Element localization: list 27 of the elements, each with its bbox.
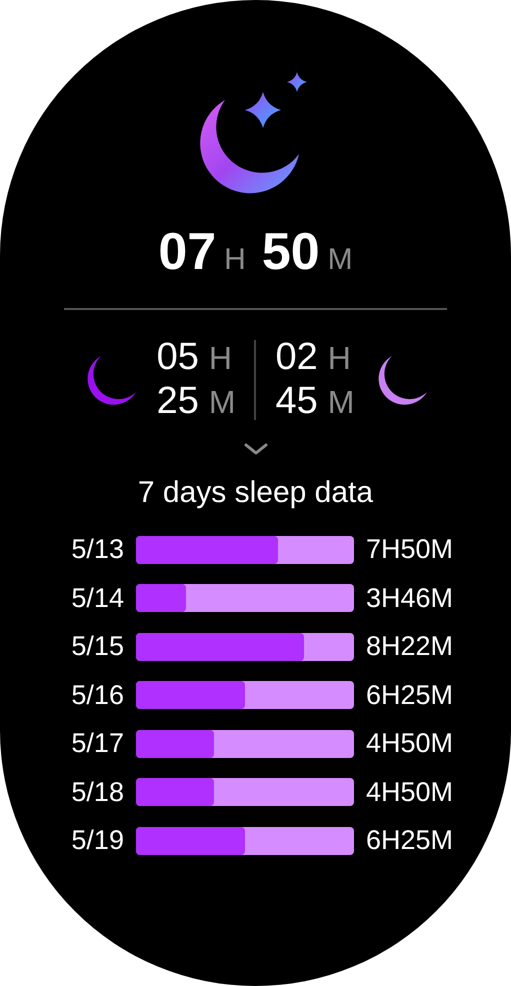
date-label: 5/14 (70, 582, 124, 614)
date-label: 5/18 (70, 776, 124, 808)
minutes-unit: M (208, 384, 236, 421)
stage-minutes: 45 (276, 380, 318, 423)
minutes-unit: M (328, 243, 353, 277)
date-label: 5/17 (70, 728, 124, 759)
sleep-duration: 6H25M (366, 825, 454, 856)
hours-unit: H (224, 243, 246, 277)
hours-unit: H (328, 340, 351, 377)
sleep-duration: 6H25M (366, 680, 454, 710)
sleep-duration: 4H50M (366, 776, 454, 808)
stage-minutes: 25 (156, 380, 199, 423)
sleep-duration: 3H46M (366, 582, 454, 614)
hours-unit: H (208, 340, 232, 377)
sleep-duration: 8H22M (366, 631, 454, 662)
date-label: 5/19 (70, 825, 124, 856)
total-hours: 07 (158, 222, 216, 282)
sleep-duration: 4H50M (366, 728, 454, 759)
date-label: 5/13 (70, 534, 124, 565)
date-label: 5/16 (70, 680, 124, 710)
total-minutes: 50 (262, 222, 320, 282)
section-title: 7 days sleep data (138, 476, 374, 510)
minutes-unit: M (328, 384, 354, 421)
sleep-duration: 7H50M (366, 534, 454, 565)
date-label: 5/15 (70, 631, 124, 662)
stage-hours: 02 (276, 336, 318, 379)
stage-hours: 05 (156, 336, 199, 379)
